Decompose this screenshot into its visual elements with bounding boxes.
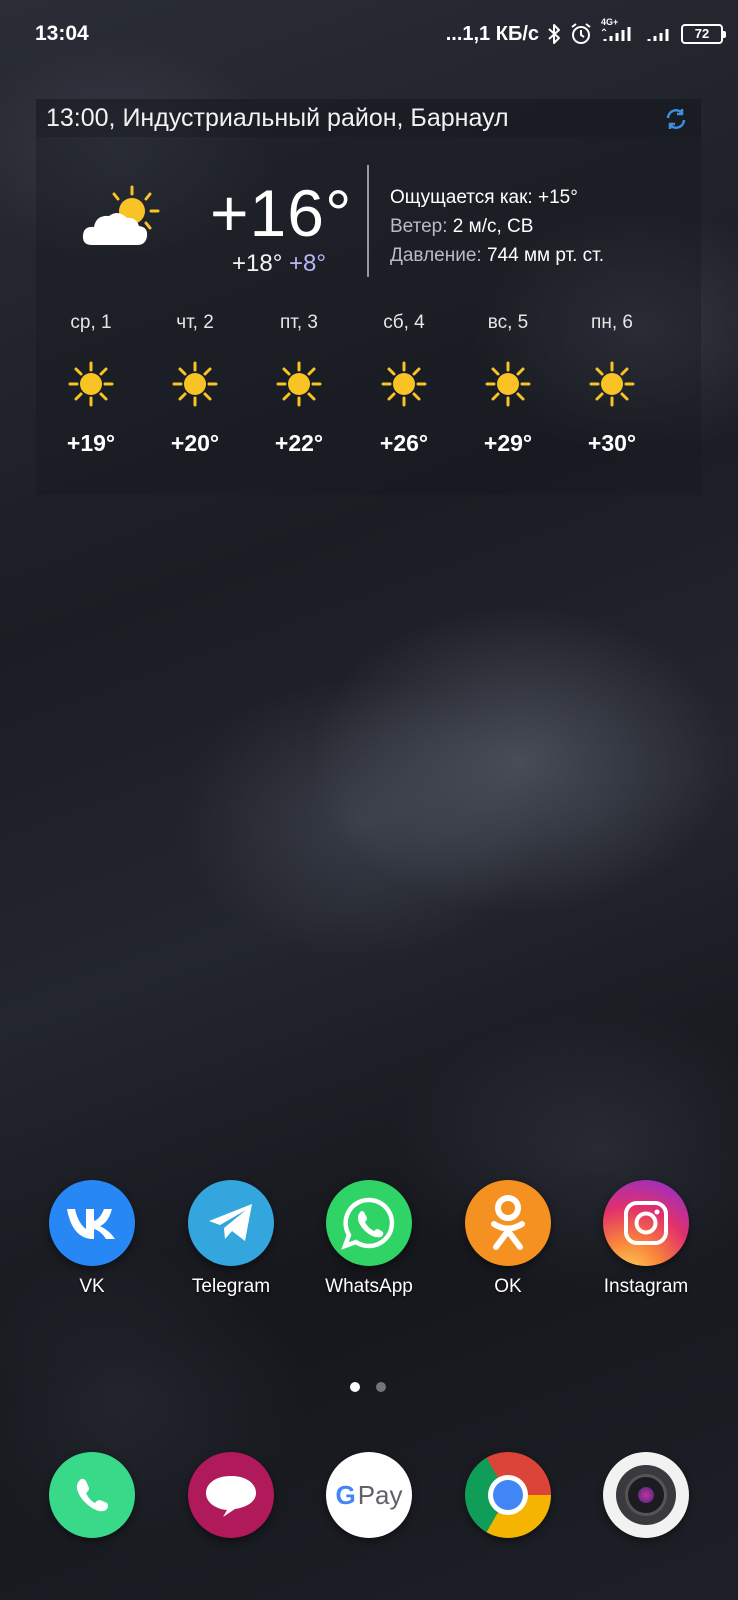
status-time: 13:04: [35, 22, 89, 45]
app-label: VK: [79, 1276, 105, 1297]
forecast-day[interactable]: ср, 1 +19°: [39, 307, 143, 457]
current-temperature: +16°: [210, 176, 353, 250]
app-telegram[interactable]: Telegram: [161, 1180, 301, 1298]
vk-icon[interactable]: [49, 1180, 135, 1266]
signal-icon: 4G+: [601, 17, 637, 45]
forecast-day[interactable]: сб, 4 +26°: [352, 307, 456, 457]
network-speed: ...1,1 КБ/с: [445, 22, 539, 45]
temp-high: +18°: [232, 250, 283, 277]
app-label: Telegram: [191, 1276, 271, 1297]
sun-icon: [588, 360, 636, 408]
dock-messages[interactable]: [161, 1452, 301, 1538]
app-label: WhatsApp: [325, 1276, 413, 1297]
partly-cloudy-icon: [80, 185, 164, 254]
phone-icon[interactable]: [49, 1452, 135, 1538]
app-label: Instagram: [603, 1276, 689, 1297]
dock-camera[interactable]: [576, 1452, 716, 1538]
status-bar: 13:04 ...1,1 КБ/с 4G+ 72: [0, 0, 738, 66]
app-whatsapp[interactable]: WhatsApp: [299, 1180, 439, 1298]
chrome-icon[interactable]: [465, 1452, 551, 1538]
whatsapp-icon[interactable]: [326, 1180, 412, 1266]
bluetooth-icon: [547, 23, 561, 45]
forecast-day[interactable]: пт, 3 +22°: [247, 307, 351, 457]
wind: Ветер: 2 м/с, СВ: [390, 216, 534, 237]
app-row: VK Telegram WhatsApp OK Instagram: [0, 1180, 738, 1310]
message-icon[interactable]: [188, 1452, 274, 1538]
forecast-day[interactable]: вс, 5 +29°: [456, 307, 560, 457]
refresh-icon[interactable]: [663, 106, 689, 137]
sun-icon: [171, 360, 219, 408]
network-type: 4G+: [601, 17, 619, 27]
page-dot[interactable]: [376, 1382, 386, 1392]
weather-location[interactable]: 13:00, Индустриальный район, Барнаул: [46, 104, 509, 133]
dock-chrome[interactable]: [438, 1452, 578, 1538]
battery-level: 72: [694, 26, 710, 41]
app-ok[interactable]: OK: [438, 1180, 578, 1298]
sun-icon: [275, 360, 323, 408]
forecast: ср, 1 +19° чт, 2 +20° пт, 3 +22° сб, 4 +…: [36, 307, 701, 487]
sun-icon: [380, 360, 428, 408]
temp-range: +18° +8°: [232, 250, 326, 278]
camera-icon[interactable]: [603, 1452, 689, 1538]
weather-details: Ощущается как: +15° Ветер: 2 м/с, СВ Дав…: [390, 183, 604, 270]
instagram-icon[interactable]: [603, 1180, 689, 1266]
app-vk[interactable]: VK: [22, 1180, 162, 1298]
sun-icon: [67, 360, 115, 408]
forecast-day[interactable]: чт, 2 +20°: [143, 307, 247, 457]
page-indicator: [350, 1382, 390, 1394]
gpay-label: Pay: [357, 1479, 403, 1510]
battery-icon: 72: [681, 24, 726, 44]
weather-widget[interactable]: +16° +18° +8° Ощущается как: +15° Ветер:…: [36, 137, 701, 495]
telegram-icon[interactable]: [188, 1180, 274, 1266]
feels-like: Ощущается как: +15°: [390, 187, 578, 208]
dock-phone[interactable]: [22, 1452, 162, 1538]
gpay-icon[interactable]: G Pay: [326, 1452, 412, 1538]
ok-icon[interactable]: [465, 1180, 551, 1266]
sun-icon: [484, 360, 532, 408]
app-label: OK: [494, 1276, 522, 1297]
page-dot-active[interactable]: [350, 1382, 360, 1392]
forecast-day[interactable]: пн, 6 +30°: [560, 307, 664, 457]
temp-low: +8°: [288, 250, 326, 277]
app-instagram[interactable]: Instagram: [576, 1180, 716, 1298]
signal-icon: [645, 23, 673, 45]
status-icons: ...1,1 КБ/с 4G+ 72: [445, 17, 726, 48]
pressure: Давление: 744 мм рт. ст.: [390, 245, 605, 266]
alarm-icon: [569, 22, 593, 46]
weather-widget-header[interactable]: 13:00, Индустриальный район, Барнаул: [36, 99, 701, 137]
dock: G Pay: [0, 1452, 738, 1544]
divider: [367, 165, 369, 277]
dock-gpay[interactable]: G Pay: [299, 1452, 439, 1538]
